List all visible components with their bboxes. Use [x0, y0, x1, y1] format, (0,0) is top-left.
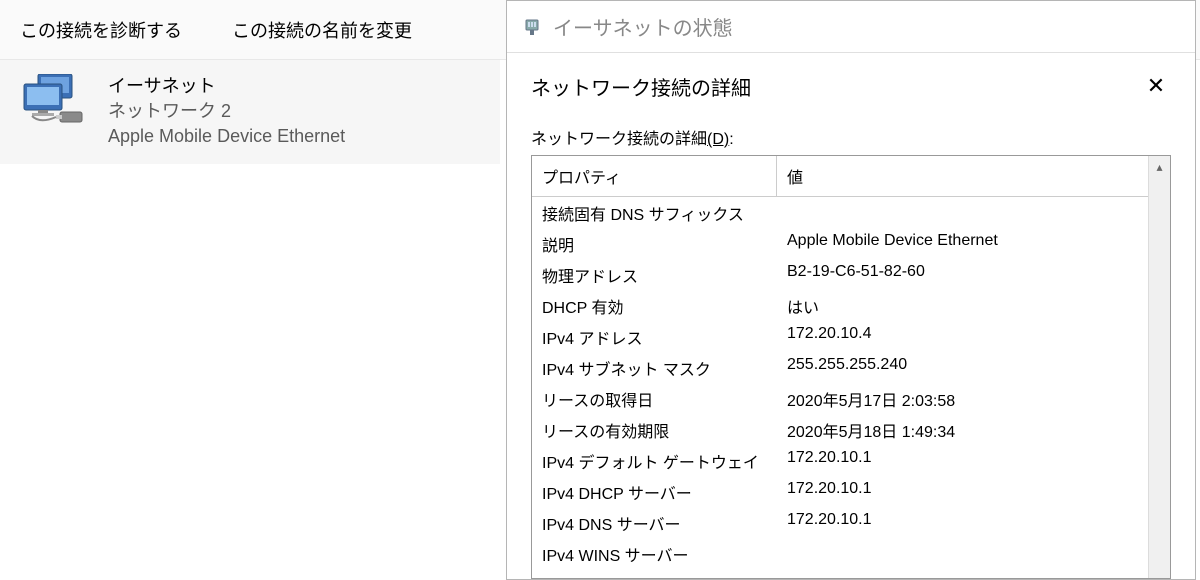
- table-row[interactable]: 接続固有 DNS サフィックス: [532, 197, 1148, 228]
- details-table: プロパティ 値 接続固有 DNS サフィックス説明Apple Mobile De…: [531, 155, 1171, 579]
- column-value[interactable]: 値: [777, 156, 1148, 196]
- connection-name: イーサネット: [108, 74, 345, 99]
- property-cell: IPv4 DHCP サーバー: [532, 476, 777, 507]
- property-cell: IPv4 DNS サーバー: [532, 507, 777, 538]
- value-cell: 2020年5月18日 1:49:34: [777, 414, 1148, 445]
- dialog-header: ネットワーク接続の詳細 ✕: [507, 53, 1195, 109]
- close-button[interactable]: ✕: [1141, 71, 1171, 101]
- connection-network: ネットワーク 2: [108, 99, 345, 124]
- status-window-titlebar: イーサネットの状態: [507, 1, 1195, 53]
- scrollbar[interactable]: ▴: [1148, 156, 1170, 578]
- value-cell: はい: [777, 290, 1148, 321]
- connection-adapter: Apple Mobile Device Ethernet: [108, 124, 345, 149]
- property-cell: IPv4 デフォルト ゲートウェイ: [532, 445, 777, 476]
- value-cell: 2020年5月17日 2:03:58: [777, 383, 1148, 414]
- property-cell: リースの有効期限: [532, 414, 777, 445]
- value-cell: 172.20.10.1: [777, 476, 1148, 507]
- close-icon: ✕: [1147, 73, 1165, 99]
- section-label: ネットワーク接続の詳細(D):: [531, 125, 1171, 149]
- toolbar-rename[interactable]: この接続の名前を変更: [232, 17, 412, 43]
- property-cell: IPv4 WINS サーバー: [532, 538, 777, 569]
- ethernet-plug-icon: [521, 16, 543, 38]
- details-dialog: イーサネットの状態 ネットワーク接続の詳細 ✕ ネットワーク接続の詳細(D): …: [506, 0, 1196, 580]
- dialog-body: ネットワーク接続の詳細(D): プロパティ 値 接続固有 DNS サフィックス説…: [507, 109, 1195, 579]
- status-window-title: イーサネットの状態: [553, 12, 733, 41]
- dialog-title: ネットワーク接続の詳細: [531, 72, 751, 101]
- column-property[interactable]: プロパティ: [532, 156, 777, 196]
- table-row[interactable]: IPv4 サブネット マスク255.255.255.240: [532, 352, 1148, 383]
- table-row[interactable]: リースの有効期限2020年5月18日 1:49:34: [532, 414, 1148, 445]
- table-header: プロパティ 値: [532, 156, 1148, 197]
- value-cell: 172.20.10.1: [777, 445, 1148, 476]
- property-cell: IPv4 アドレス: [532, 321, 777, 352]
- table-row[interactable]: 物理アドレスB2-19-C6-51-82-60: [532, 259, 1148, 290]
- scroll-up-icon[interactable]: ▴: [1149, 156, 1170, 178]
- property-cell: 物理アドレス: [532, 259, 777, 290]
- table-row[interactable]: IPv4 DHCP サーバー172.20.10.1: [532, 476, 1148, 507]
- property-cell: 接続固有 DNS サフィックス: [532, 197, 777, 228]
- table-row[interactable]: NetBIOS over TCP/IP 有...はい: [532, 569, 1148, 578]
- ethernet-adapter-icon: [20, 74, 90, 128]
- table-row[interactable]: リースの取得日2020年5月17日 2:03:58: [532, 383, 1148, 414]
- value-cell: [777, 197, 1148, 228]
- value-cell: B2-19-C6-51-82-60: [777, 259, 1148, 290]
- toolbar-diagnose[interactable]: この接続を診断する: [20, 17, 182, 43]
- value-cell: Apple Mobile Device Ethernet: [777, 228, 1148, 259]
- table-row[interactable]: IPv4 デフォルト ゲートウェイ172.20.10.1: [532, 445, 1148, 476]
- property-cell: DHCP 有効: [532, 290, 777, 321]
- connection-labels: イーサネット ネットワーク 2 Apple Mobile Device Ethe…: [108, 74, 345, 150]
- table-row[interactable]: DHCP 有効はい: [532, 290, 1148, 321]
- table-row[interactable]: IPv4 DNS サーバー172.20.10.1: [532, 507, 1148, 538]
- property-cell: NetBIOS over TCP/IP 有...: [532, 569, 777, 578]
- value-cell: はい: [777, 569, 1148, 578]
- value-cell: 172.20.10.4: [777, 321, 1148, 352]
- property-cell: リースの取得日: [532, 383, 777, 414]
- table-row[interactable]: IPv4 WINS サーバー: [532, 538, 1148, 569]
- property-cell: IPv4 サブネット マスク: [532, 352, 777, 383]
- table-row[interactable]: IPv4 アドレス172.20.10.4: [532, 321, 1148, 352]
- value-cell: [777, 538, 1148, 569]
- property-cell: 説明: [532, 228, 777, 259]
- table-row[interactable]: 説明Apple Mobile Device Ethernet: [532, 228, 1148, 259]
- connection-item[interactable]: イーサネット ネットワーク 2 Apple Mobile Device Ethe…: [0, 60, 500, 164]
- value-cell: 255.255.255.240: [777, 352, 1148, 383]
- value-cell: 172.20.10.1: [777, 507, 1148, 538]
